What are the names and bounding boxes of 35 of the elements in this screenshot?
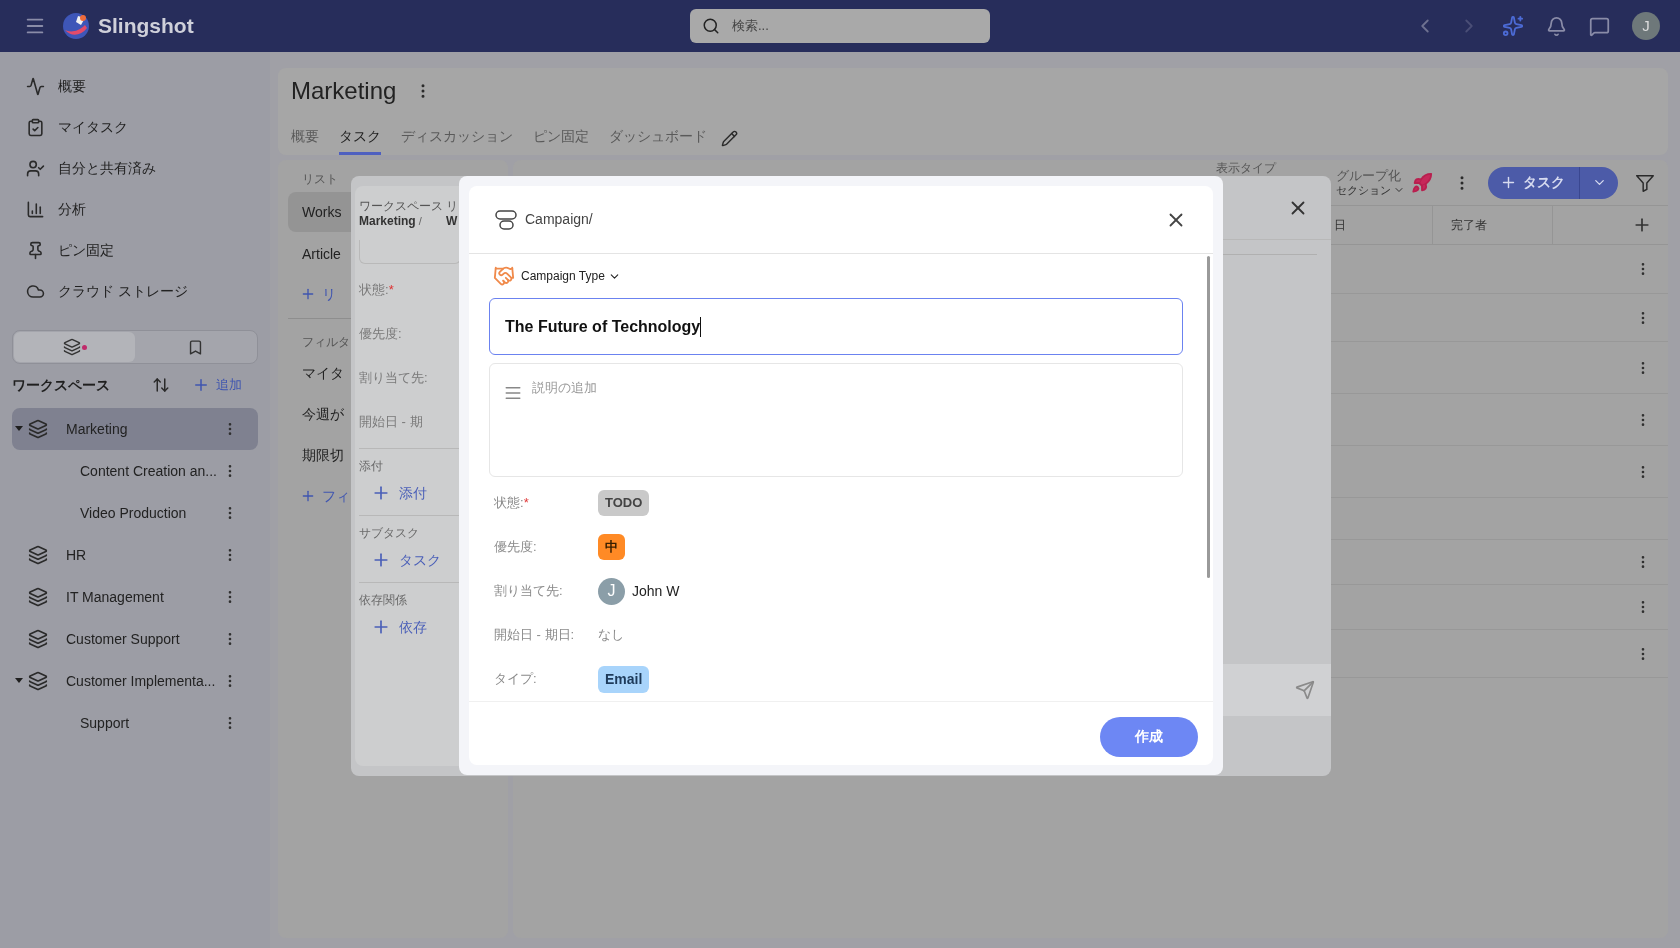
section-title: ワークスペース <box>12 375 110 395</box>
breadcrumb-label: リ <box>446 198 458 213</box>
page-title: Marketing <box>291 76 397 106</box>
workspace-name: Customer Implementa... <box>66 671 216 691</box>
field-label: 優先度: <box>359 325 402 344</box>
field-label: 割り当て先: <box>494 582 563 601</box>
workspace-name: IT Management <box>66 587 164 607</box>
field-label: 状態: <box>359 281 389 300</box>
group-by-label: グループ化 <box>1336 167 1402 183</box>
workspace-name: Customer Support <box>66 629 180 649</box>
field-label: 開始日 - 期 <box>359 413 423 432</box>
section-title: リスト <box>301 171 338 188</box>
field-label: 開始日 - 期日: <box>494 626 575 645</box>
search-placeholder: 検索... <box>732 17 769 36</box>
breadcrumb-separator: / <box>418 213 422 229</box>
required-mark: * <box>523 494 529 513</box>
field-label: 優先度: <box>494 538 537 557</box>
workspace-name: Content Creation an... <box>80 461 217 481</box>
field-label: 状態: <box>494 494 524 513</box>
section-title: 添付 <box>359 458 384 475</box>
workspace-name: Support <box>80 713 130 733</box>
column-header: 完了者 <box>1451 217 1487 234</box>
workspace-name: HR <box>66 545 87 565</box>
dialog-breadcrumb: Campaign/ <box>525 210 593 229</box>
column-header: 日 <box>1334 217 1346 234</box>
required-mark: * <box>388 281 394 300</box>
section-title: 依存関係 <box>359 592 408 609</box>
app-name: Slingshot <box>98 13 194 40</box>
breadcrumb-label: ワークスペース <box>359 198 443 213</box>
section-title: フィルタ <box>301 334 350 351</box>
section-title: サブタスク <box>359 525 420 542</box>
workspace-name: Video Production <box>80 503 187 523</box>
field-label: 割り当て先: <box>359 369 428 388</box>
field-label: タイプ: <box>494 670 537 689</box>
workspace-name: Marketing <box>66 419 128 439</box>
